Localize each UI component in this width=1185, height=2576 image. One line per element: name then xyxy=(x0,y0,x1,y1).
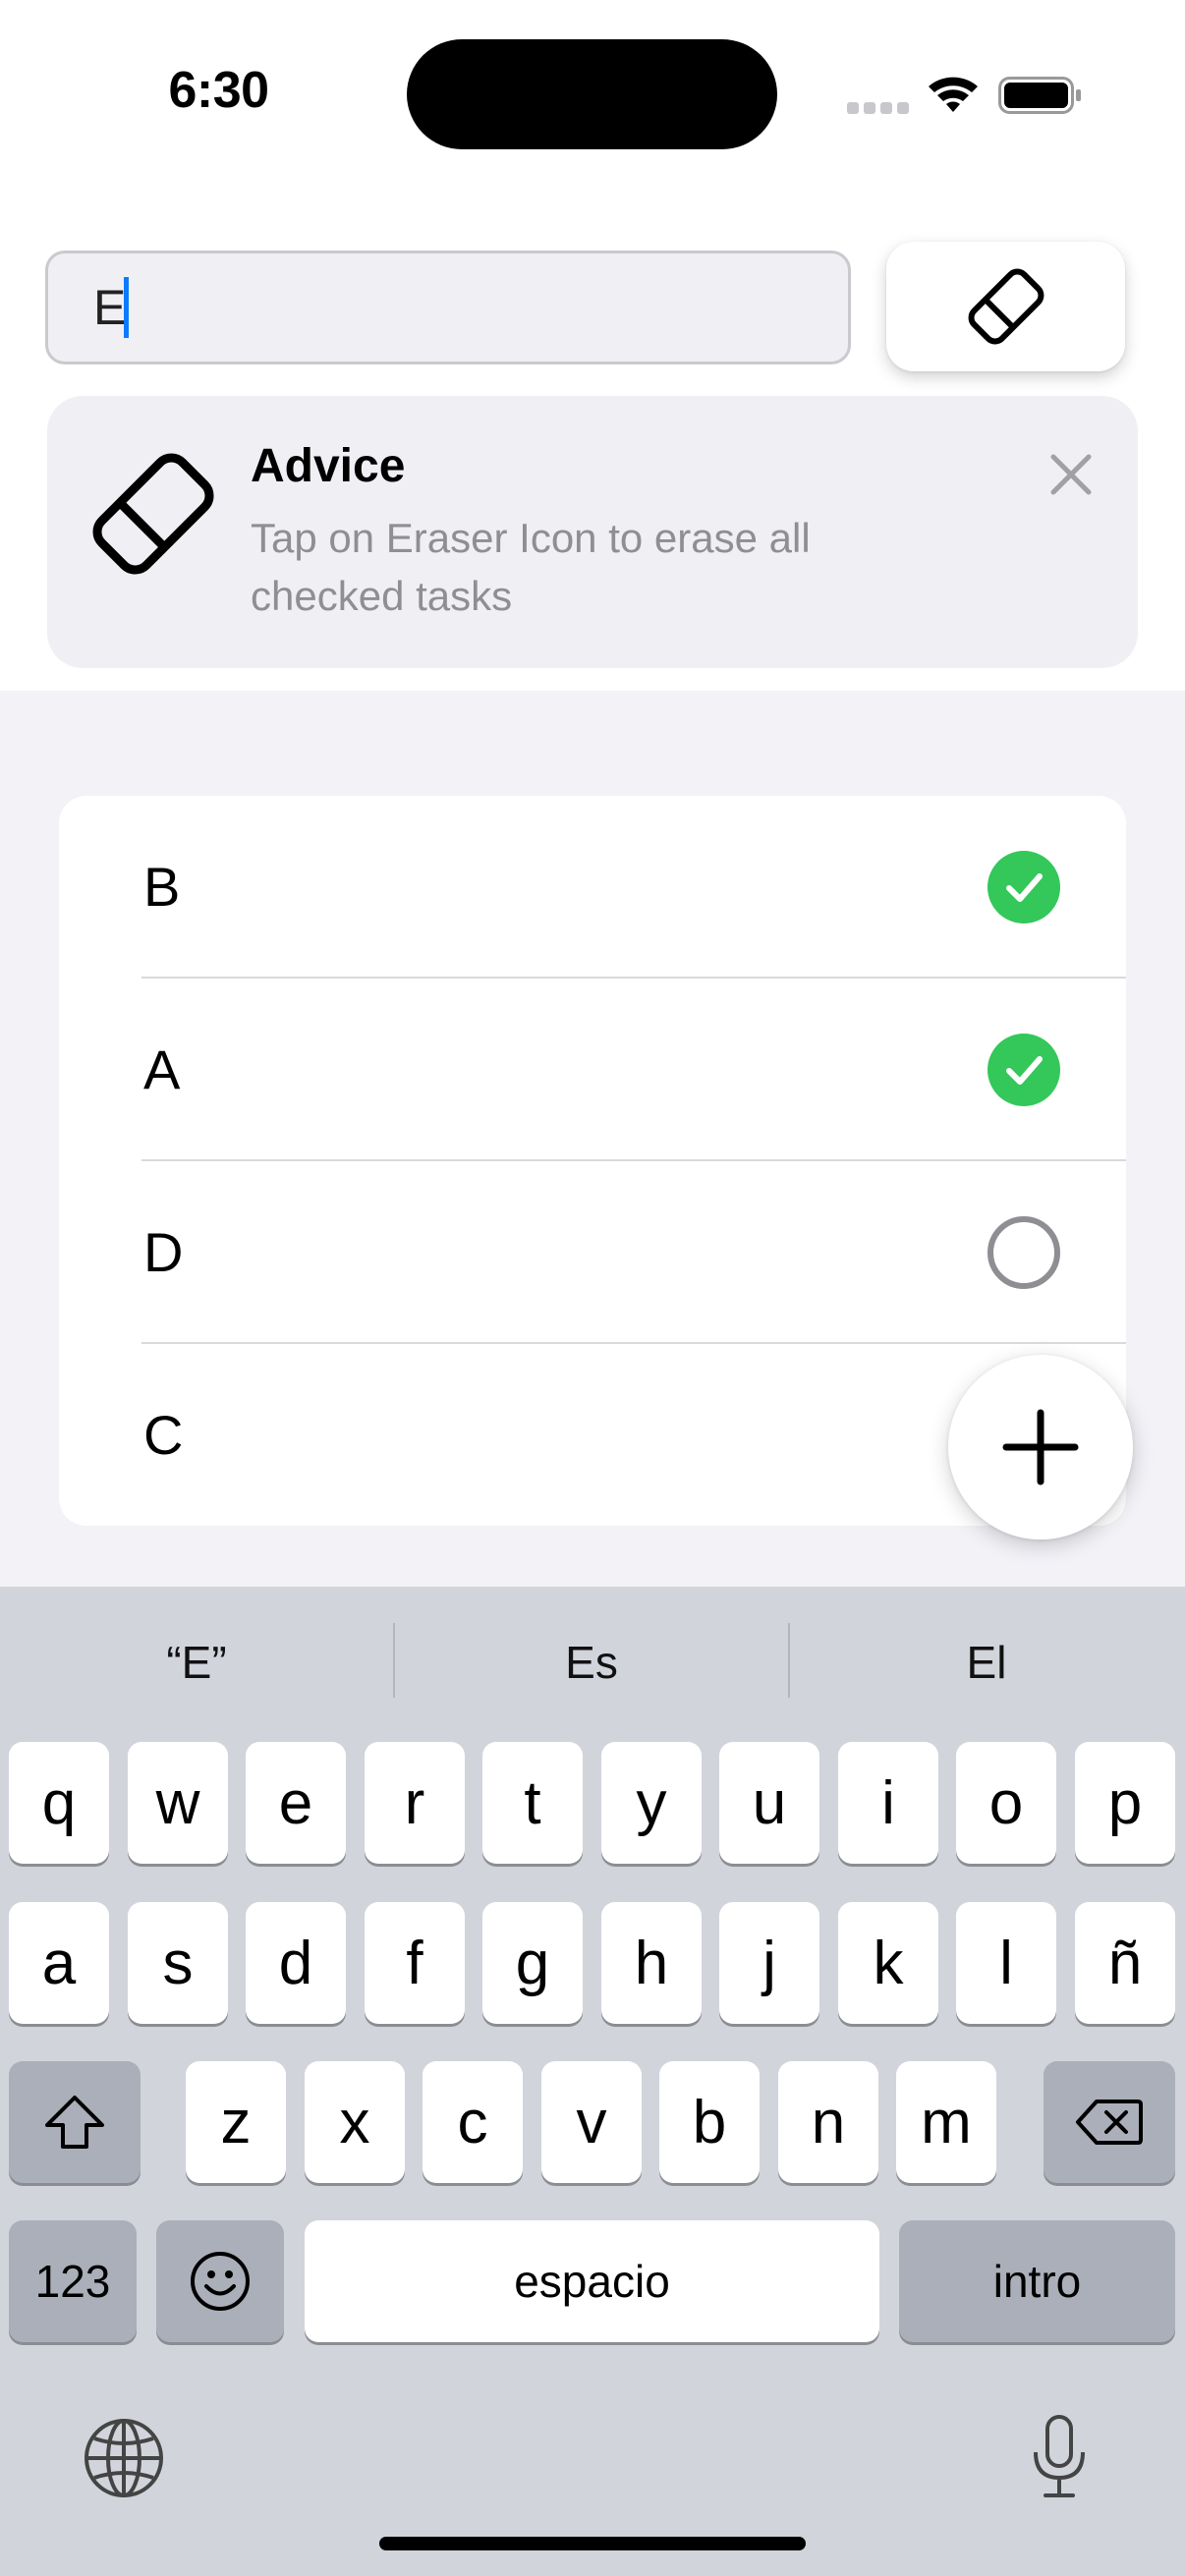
key-n[interactable]: n xyxy=(778,2061,878,2183)
key-q[interactable]: q xyxy=(9,1742,109,1864)
task-input[interactable]: E xyxy=(45,251,851,364)
key-p[interactable]: p xyxy=(1075,1742,1175,1864)
key-k[interactable]: k xyxy=(838,1902,938,2024)
delete-key[interactable] xyxy=(1044,2061,1175,2183)
backspace-icon xyxy=(1076,2100,1143,2145)
advice-title: Advice xyxy=(251,440,406,492)
task-row[interactable]: D xyxy=(59,1161,1126,1344)
plus-icon xyxy=(1002,1409,1079,1485)
key-x[interactable]: x xyxy=(305,2061,405,2183)
key-y[interactable]: y xyxy=(601,1742,702,1864)
task-input-value: E xyxy=(93,280,127,335)
checked-circle-icon[interactable] xyxy=(987,850,1061,924)
key-o[interactable]: o xyxy=(956,1742,1056,1864)
key-s[interactable]: s xyxy=(128,1902,228,2024)
suggestion-3[interactable]: El xyxy=(790,1636,1183,1689)
globe-icon[interactable] xyxy=(83,2417,165,2499)
key-t[interactable]: t xyxy=(482,1742,583,1864)
emoji-icon xyxy=(191,2252,250,2311)
key-z[interactable]: z xyxy=(186,2061,286,2183)
task-row[interactable]: A xyxy=(59,979,1126,1161)
shift-key[interactable] xyxy=(9,2061,141,2183)
eraser-button[interactable] xyxy=(886,242,1125,371)
task-label: D xyxy=(143,1221,184,1283)
key-b[interactable]: b xyxy=(659,2061,760,2183)
emoji-key[interactable] xyxy=(156,2220,284,2342)
eraser-icon xyxy=(968,268,1044,345)
task-label: C xyxy=(143,1404,184,1466)
key-r[interactable]: r xyxy=(365,1742,465,1864)
key-v[interactable]: v xyxy=(541,2061,642,2183)
task-row[interactable]: B xyxy=(59,796,1126,979)
task-label: A xyxy=(143,1038,181,1100)
wifi-icon xyxy=(929,77,978,112)
numbers-key[interactable]: 123 xyxy=(9,2220,137,2342)
checked-circle-icon[interactable] xyxy=(987,1033,1061,1107)
home-indicator xyxy=(379,2537,806,2550)
key-n-tilde[interactable]: ñ xyxy=(1075,1902,1175,2024)
suggestion-2[interactable]: Es xyxy=(395,1636,788,1689)
task-label: B xyxy=(143,856,181,918)
key-d[interactable]: d xyxy=(246,1902,346,2024)
keyboard: “E” Es El q w e r t y u i o p a s d f g … xyxy=(0,1587,1185,2576)
key-j[interactable]: j xyxy=(719,1902,819,2024)
cellular-signal-icon xyxy=(847,102,909,114)
add-task-button[interactable] xyxy=(948,1355,1133,1540)
shift-icon xyxy=(45,2096,104,2149)
text-caret xyxy=(124,276,130,338)
key-h[interactable]: h xyxy=(601,1902,702,2024)
battery-icon xyxy=(998,77,1081,114)
microphone-icon[interactable] xyxy=(1028,2413,1091,2501)
space-key[interactable]: espacio xyxy=(305,2220,879,2342)
key-u[interactable]: u xyxy=(719,1742,819,1864)
advice-card: Advice Tap on Eraser Icon to erase all c… xyxy=(47,396,1138,668)
unchecked-circle-icon[interactable] xyxy=(987,1215,1061,1290)
key-l[interactable]: l xyxy=(956,1902,1056,2024)
close-icon[interactable] xyxy=(1042,445,1100,504)
status-time: 6:30 xyxy=(168,62,269,119)
key-a[interactable]: a xyxy=(9,1902,109,2024)
eraser-icon xyxy=(92,453,214,575)
key-m[interactable]: m xyxy=(896,2061,996,2183)
key-g[interactable]: g xyxy=(482,1902,583,2024)
suggestion-1[interactable]: “E” xyxy=(0,1636,393,1689)
key-c[interactable]: c xyxy=(423,2061,523,2183)
key-f[interactable]: f xyxy=(365,1902,465,2024)
return-key[interactable]: intro xyxy=(899,2220,1175,2342)
advice-text: Tap on Eraser Icon to erase all checked … xyxy=(251,515,811,619)
key-i[interactable]: i xyxy=(838,1742,938,1864)
key-e[interactable]: e xyxy=(246,1742,346,1864)
dynamic-island xyxy=(407,39,777,149)
key-w[interactable]: w xyxy=(128,1742,228,1864)
